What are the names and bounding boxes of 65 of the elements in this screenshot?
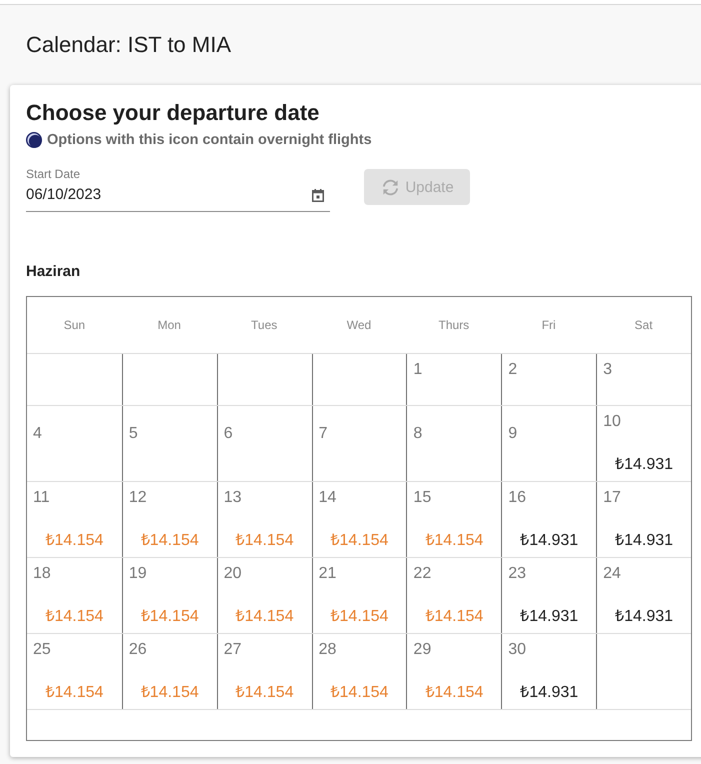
fare-price[interactable]: ₺14.931 <box>520 607 578 627</box>
moon-icon <box>26 132 42 148</box>
fare-price[interactable]: ₺14.154 <box>425 607 484 627</box>
day-number: 21 <box>318 564 336 584</box>
day-number: 4 <box>33 424 42 444</box>
weekday-label: Tues <box>251 318 278 332</box>
page-title: Calendar: IST to MIA <box>26 32 232 58</box>
fare-price[interactable]: ₺14.154 <box>330 531 388 551</box>
day-number: 16 <box>508 488 526 508</box>
day-number: 3 <box>603 360 612 380</box>
day-number: 8 <box>413 424 422 444</box>
day-number: 19 <box>128 564 147 584</box>
day-number: 26 <box>128 640 147 660</box>
day-number: 7 <box>318 424 328 444</box>
weekday-label: Sun <box>64 318 86 332</box>
fare-price[interactable]: ₺14.154 <box>330 683 388 703</box>
fare-price[interactable]: ₺14.154 <box>140 531 199 551</box>
month-label: Haziran <box>26 262 82 282</box>
start-date-field[interactable]: Start Date 06/10/2023 <box>26 166 330 212</box>
weekday-label: Wed <box>346 318 372 332</box>
fare-price[interactable]: ₺14.931 <box>615 607 674 627</box>
fare-price[interactable]: ₺14.154 <box>45 531 104 551</box>
fare-price[interactable]: ₺14.154 <box>425 683 484 703</box>
weekday-label: Fri <box>542 318 556 332</box>
fare-price[interactable]: ₺14.154 <box>45 683 104 703</box>
day-number: 22 <box>413 564 432 584</box>
day-number: 11 <box>33 488 50 508</box>
fare-price[interactable]: ₺14.154 <box>140 607 199 627</box>
fare-price[interactable]: ₺14.931 <box>520 531 578 551</box>
day-number: 29 <box>413 640 432 660</box>
day-number: 18 <box>33 564 51 584</box>
day-number: 28 <box>318 640 336 660</box>
day-number: 24 <box>603 564 621 584</box>
fare-price[interactable]: ₺14.154 <box>236 531 294 551</box>
fare-price[interactable]: ₺14.154 <box>140 683 199 703</box>
weekday-label: Mon <box>158 318 181 332</box>
fare-price[interactable]: ₺14.154 <box>330 607 388 627</box>
day-number: 15 <box>413 488 432 508</box>
day-number: 12 <box>128 488 147 508</box>
day-number: 6 <box>224 424 233 444</box>
day-number: 5 <box>128 424 138 444</box>
day-number: 20 <box>224 564 242 584</box>
day-number: 13 <box>224 488 242 508</box>
day-number: 25 <box>33 640 51 660</box>
weekday-label: Thurs <box>438 318 470 332</box>
fare-price[interactable]: ₺14.154 <box>425 531 484 551</box>
day-number: 14 <box>318 488 336 508</box>
day-number: 27 <box>224 640 242 660</box>
card-heading: Choose your departure date <box>26 100 320 126</box>
fare-price[interactable]: ₺14.154 <box>45 607 104 627</box>
calendar-icon[interactable] <box>312 188 324 202</box>
day-number: 23 <box>508 564 526 584</box>
day-number: 1 <box>413 360 422 380</box>
weekday-label: Sat <box>634 318 653 332</box>
fare-price[interactable]: ₺14.931 <box>615 455 674 475</box>
fare-price[interactable]: ₺14.154 <box>236 607 294 627</box>
day-number: 17 <box>603 488 621 508</box>
day-number: 2 <box>508 360 518 380</box>
day-number: 9 <box>508 424 518 444</box>
legend-text: Options with this icon contain overnight flights <box>47 131 372 150</box>
day-number: 30 <box>508 640 526 660</box>
day-number: 10 <box>603 412 621 432</box>
fare-price[interactable]: ₺14.154 <box>236 683 294 703</box>
fare-price[interactable]: ₺14.931 <box>520 683 578 703</box>
fare-price[interactable]: ₺14.931 <box>615 531 674 551</box>
